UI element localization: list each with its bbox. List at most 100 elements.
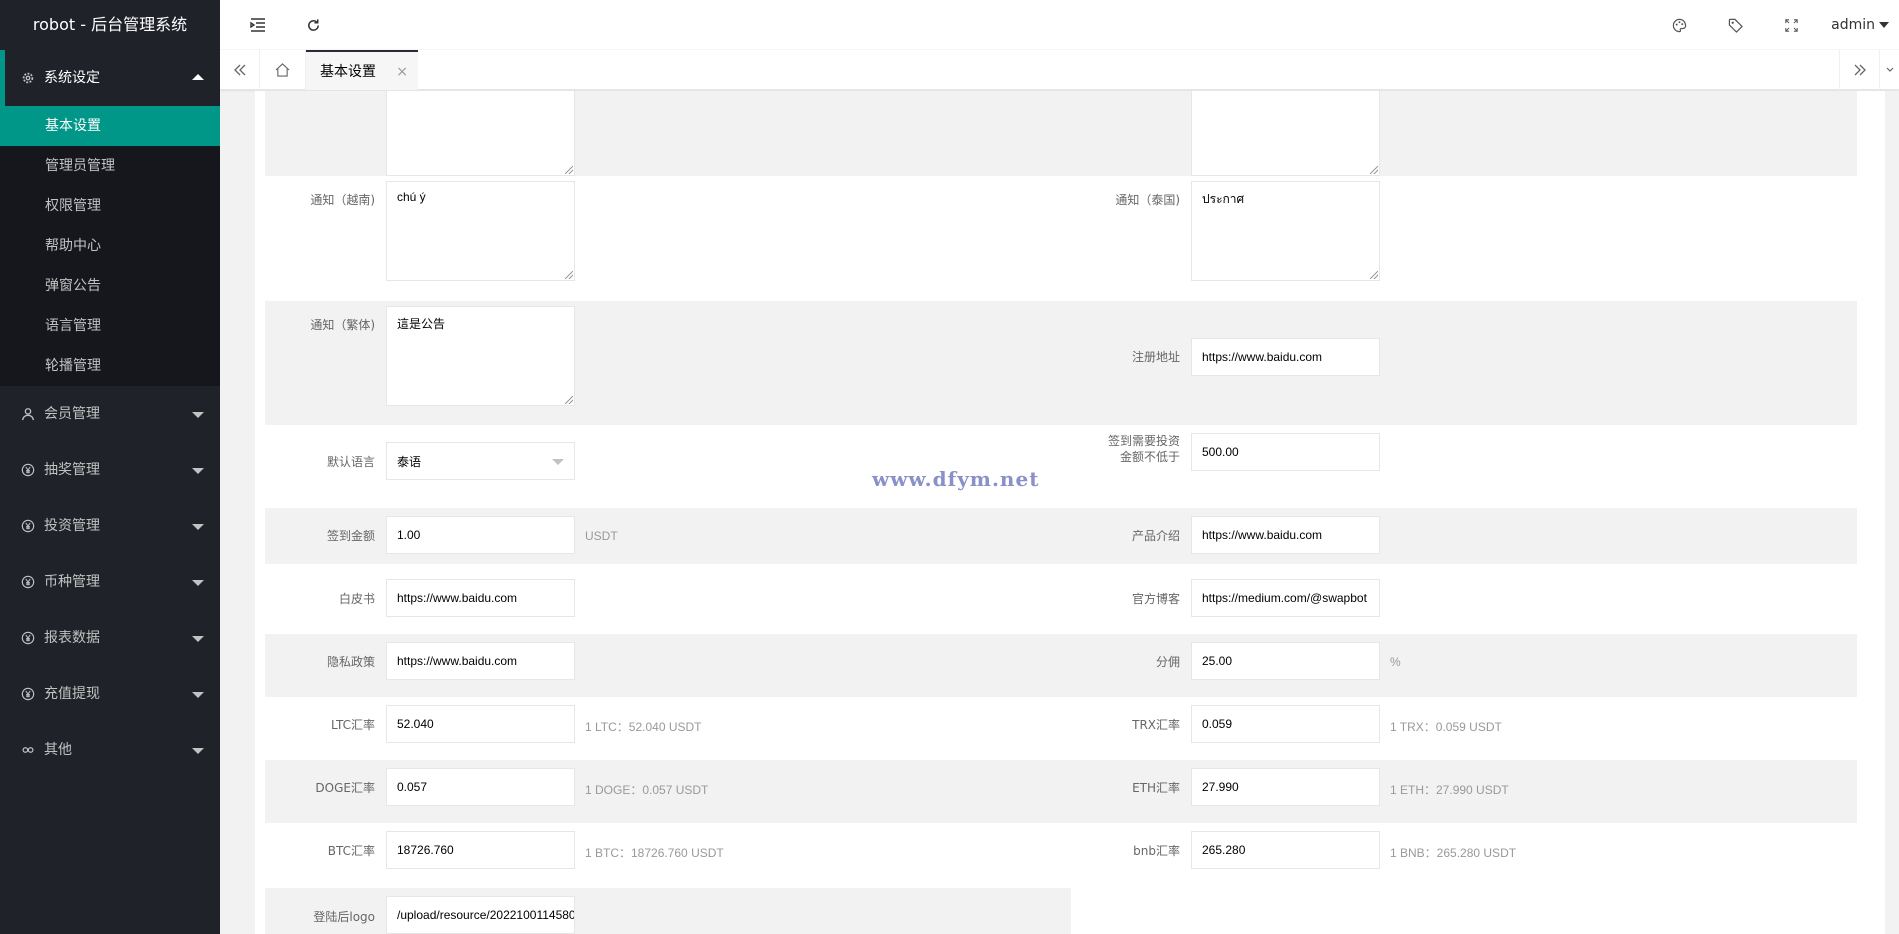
- yen-icon: [20, 686, 36, 702]
- eth-rate-hint: 1 ETH：27.990 USDT: [1390, 783, 1509, 797]
- bnb-rate-label: bnb汇率: [1133, 844, 1180, 858]
- resize-grip-icon[interactable]: [1370, 271, 1378, 279]
- yen-icon: [20, 630, 36, 646]
- trx-rate-hint: 1 TRX：0.059 USDT: [1390, 720, 1502, 734]
- register-url-input[interactable]: https://www.baidu.com: [1191, 338, 1380, 376]
- notice-vi-value: chú ý: [397, 190, 426, 204]
- btc-rate-input[interactable]: 18726.760: [386, 831, 575, 869]
- chevron-down-icon: [552, 459, 564, 465]
- resize-grip-icon[interactable]: [565, 166, 573, 174]
- sidebar-item-lottery[interactable]: 抽奖管理: [0, 442, 220, 498]
- sidebar-item-label: 系统设定: [44, 70, 100, 86]
- ltc-rate-label: LTC汇率: [330, 718, 375, 732]
- sidebar-item-deposit-withdraw[interactable]: 充值提现: [0, 666, 220, 722]
- checkin-min-label-line2: 金额不低于: [1119, 450, 1180, 464]
- sidebar-item-help-center[interactable]: 帮助中心: [0, 226, 220, 266]
- resize-grip-icon[interactable]: [565, 396, 573, 404]
- notice-th-value: ประกาศ: [1202, 192, 1245, 206]
- tab-basic-settings[interactable]: 基本设置 ×: [306, 50, 418, 90]
- form-row: 白皮书 https://www.baidu.com 官方博客 https://m…: [265, 571, 1857, 634]
- notice-textarea-top-left[interactable]: [386, 91, 575, 176]
- whitepaper-input[interactable]: https://www.baidu.com: [386, 579, 575, 617]
- form-row: 签到金额 1.00 USDT 产品介绍 https://www.baidu.co…: [265, 508, 1857, 564]
- privacy-input[interactable]: https://www.baidu.com: [386, 642, 575, 680]
- logo-path-input[interactable]: /upload/resource/2022100114580: [386, 896, 575, 934]
- user-menu[interactable]: admin: [1819, 0, 1899, 50]
- chevron-down-icon: [1879, 22, 1889, 28]
- sidebar-item-other[interactable]: 其他: [0, 722, 220, 778]
- logo-label: 登陆后logo: [313, 910, 375, 924]
- trx-rate-input[interactable]: 0.059: [1191, 705, 1380, 743]
- chevron-down-icon: [192, 636, 204, 642]
- yen-icon: [20, 574, 36, 590]
- trx-rate-label: TRX汇率: [1132, 718, 1180, 732]
- sidebar-item-permissions[interactable]: 权限管理: [0, 186, 220, 226]
- notice-th-textarea[interactable]: ประกาศ: [1191, 181, 1380, 281]
- notice-textarea-top-right[interactable]: [1191, 91, 1380, 176]
- form-row: DOGE汇率 0.057 1 DOGE：0.057 USDT ETH汇率 27.…: [265, 760, 1857, 823]
- product-intro-input[interactable]: https://www.baidu.com: [1191, 516, 1380, 554]
- sidebar-item-reports[interactable]: 报表数据: [0, 610, 220, 666]
- tabs-menu-chevron-icon[interactable]: [1879, 50, 1899, 90]
- fullscreen-icon[interactable]: [1763, 0, 1819, 50]
- sidebar-item-currency[interactable]: 币种管理: [0, 554, 220, 610]
- main-content: 通知（越南) chú ý 通知（泰国) ประกาศ 通知（繁体) 這是公告 注…: [220, 91, 1899, 934]
- whitepaper-label: 白皮书: [338, 592, 375, 606]
- checkin-amount-unit: USDT: [585, 529, 618, 543]
- home-icon[interactable]: [260, 50, 306, 90]
- ltc-rate-input[interactable]: 52.040: [386, 705, 575, 743]
- checkin-amount-input[interactable]: 1.00: [386, 516, 575, 554]
- blog-input[interactable]: https://medium.com/@swapbot: [1191, 579, 1380, 617]
- theme-palette-icon[interactable]: [1651, 0, 1707, 50]
- resize-grip-icon[interactable]: [565, 271, 573, 279]
- register-url-label: 注册地址: [1131, 350, 1180, 364]
- link-icon: [20, 742, 36, 758]
- tag-icon[interactable]: [1707, 0, 1763, 50]
- privacy-label: 隐私政策: [326, 655, 375, 669]
- username: admin: [1831, 17, 1875, 33]
- close-icon[interactable]: ×: [396, 52, 408, 92]
- tabs-scroll-right-icon[interactable]: [1839, 50, 1879, 90]
- collapse-menu-icon[interactable]: [238, 0, 278, 50]
- doge-rate-input[interactable]: 0.057: [386, 768, 575, 806]
- sidebar-item-investment[interactable]: 投资管理: [0, 498, 220, 554]
- commission-unit: %: [1390, 655, 1401, 669]
- app-title: robot - 后台管理系统: [0, 0, 220, 50]
- default-language-select[interactable]: 泰语: [386, 442, 575, 480]
- bnb-rate-input[interactable]: 265.280: [1191, 831, 1380, 869]
- sidebar-item-carousel[interactable]: 轮播管理: [0, 346, 220, 386]
- yen-icon: [20, 518, 36, 534]
- sidebar-item-languages[interactable]: 语言管理: [0, 306, 220, 346]
- yen-icon: [20, 462, 36, 478]
- eth-rate-label: ETH汇率: [1132, 781, 1180, 795]
- eth-rate-input[interactable]: 27.990: [1191, 768, 1380, 806]
- notice-tw-textarea[interactable]: 這是公告: [386, 306, 575, 406]
- notice-vi-textarea[interactable]: chú ý: [386, 181, 575, 281]
- blog-label: 官方博客: [1131, 592, 1180, 606]
- chevron-down-icon: [192, 580, 204, 586]
- sidebar-item-admin-management[interactable]: 管理员管理: [0, 146, 220, 186]
- commission-input[interactable]: 25.00: [1191, 642, 1380, 680]
- sidebar-item-basic-settings[interactable]: 基本设置: [0, 106, 220, 146]
- chevron-down-icon: [192, 524, 204, 530]
- checkin-min-input[interactable]: 500.00: [1191, 433, 1380, 471]
- top-header: admin: [220, 0, 1899, 50]
- tabs-scroll-left-icon[interactable]: [220, 50, 260, 90]
- btc-rate-hint: 1 BTC：18726.760 USDT: [585, 846, 724, 860]
- sidebar-item-popup-notice[interactable]: 弹窗公告: [0, 266, 220, 306]
- doge-rate-label: DOGE汇率: [315, 781, 375, 795]
- notice-vi-label: 通知（越南): [310, 193, 375, 207]
- scrollbar[interactable]: [1885, 91, 1899, 934]
- sidebar-item-system-settings[interactable]: 系统设定: [0, 50, 220, 106]
- gear-icon: [20, 70, 36, 86]
- settings-panel: 通知（越南) chú ý 通知（泰国) ประกาศ 通知（繁体) 這是公告 注…: [255, 91, 1899, 934]
- resize-grip-icon[interactable]: [1370, 166, 1378, 174]
- sidebar-item-label: 抽奖管理: [44, 462, 100, 478]
- refresh-icon[interactable]: [293, 0, 333, 50]
- doge-rate-hint: 1 DOGE：0.057 USDT: [585, 783, 709, 797]
- tab-label: 基本设置: [320, 64, 376, 80]
- chevron-down-icon: [192, 468, 204, 474]
- chevron-down-icon: [192, 412, 204, 418]
- sidebar-item-members[interactable]: 会员管理: [0, 386, 220, 442]
- submenu-system: 基本设置 管理员管理 权限管理 帮助中心 弹窗公告 语言管理 轮播管理: [0, 106, 220, 386]
